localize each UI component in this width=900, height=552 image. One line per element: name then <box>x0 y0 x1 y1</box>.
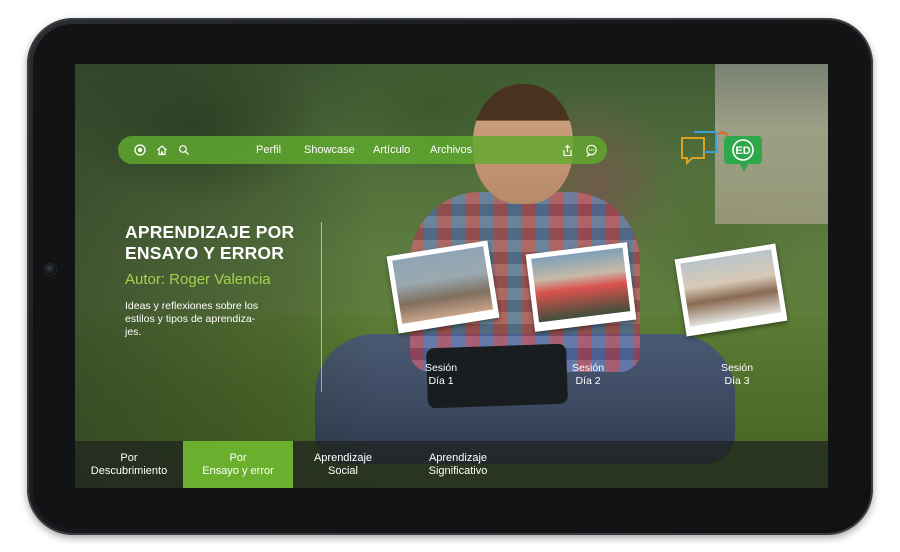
session-3-photo[interactable] <box>674 243 788 337</box>
tab-4-line2: Significativo <box>428 464 488 477</box>
session-1-photo[interactable] <box>386 240 500 334</box>
title-line-1: APRENDIZAJE POR <box>125 222 295 242</box>
tab-4-line1: Aprendizaje <box>428 451 488 464</box>
home-icon[interactable] <box>154 142 170 158</box>
vertical-divider <box>321 222 322 392</box>
session-1-line1: Sesión <box>424 362 458 374</box>
session-3-line2: Día 3 <box>724 375 750 387</box>
session-2-photo[interactable] <box>525 242 637 332</box>
article-description: Ideas y reflexiones sobre los estilos y … <box>125 300 259 338</box>
tab-3-line1: Aprendizaje <box>313 451 373 464</box>
record-icon[interactable] <box>132 142 148 158</box>
tab-por-ensayo-y-error[interactable]: Por Ensayo y error <box>183 441 293 488</box>
session-1-label[interactable]: Sesión Día 1 <box>406 362 476 388</box>
session-2-line1: Sesión <box>571 362 605 374</box>
search-icon[interactable] <box>176 142 192 158</box>
author-label: Autor: Roger Valencia <box>125 271 271 288</box>
tab-2-line2: Ensayo y error <box>202 464 274 477</box>
nav-link-articulo[interactable]: Artículo <box>373 143 410 157</box>
nav-link-showcase[interactable]: Showcase <box>304 143 355 157</box>
tab-1-line2: Descubrimiento <box>90 464 168 477</box>
tab-1-line1: Por <box>120 451 138 464</box>
page-title: APRENDIZAJE POR ENSAYO Y ERROR <box>125 222 315 264</box>
title-line-2: ENSAYO Y ERROR <box>125 243 285 263</box>
tab-aprendizaje-social[interactable]: Aprendizaje Social <box>293 441 393 488</box>
nav-link-archivos[interactable]: Archivos <box>430 143 472 157</box>
nav-link-perfil[interactable]: Perfil <box>256 143 281 157</box>
bottom-tabbar: Por Descubrimiento Por Ensayo y error Apre… <box>75 441 828 488</box>
logo-text: ED <box>735 145 750 157</box>
app-screen: Perfil Showcase Artículo Archivos ED APR… <box>75 64 828 488</box>
session-3-label[interactable]: Sesión Día 3 <box>702 362 772 388</box>
tab-por-descubrimiento[interactable]: Por Descubrimiento <box>75 441 183 488</box>
ed-logo: ED <box>678 128 770 176</box>
front-camera <box>44 263 57 276</box>
session-2-label[interactable]: Sesión Día 2 <box>553 362 623 388</box>
tab-3-line2: Social <box>328 464 358 477</box>
share-icon[interactable] <box>559 142 575 158</box>
tab-2-line1: Por <box>229 451 247 464</box>
chat-icon[interactable] <box>583 142 599 158</box>
top-navbar: Perfil Showcase Artículo Archivos <box>118 136 607 164</box>
tab-aprendizaje-significativo[interactable]: Aprendizaje Significativo <box>393 441 523 488</box>
session-1-line2: Día 1 <box>428 375 454 387</box>
session-3-line1: Sesión <box>720 362 754 374</box>
session-2-line2: Día 2 <box>575 375 601 387</box>
